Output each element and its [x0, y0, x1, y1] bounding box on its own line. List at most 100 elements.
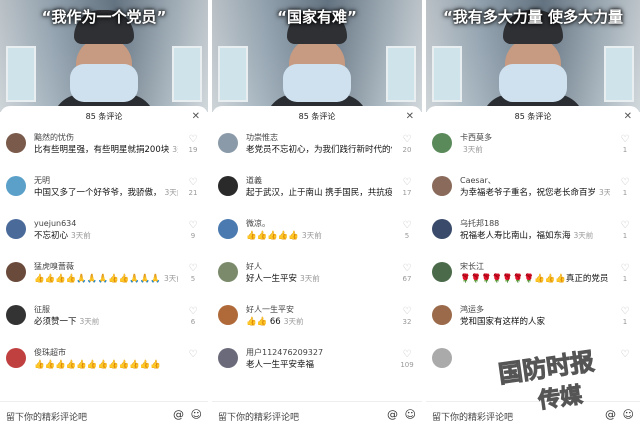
comment-author[interactable]: 猛虎嗅蔷薇	[34, 259, 178, 273]
emoji-icon[interactable]: ☺	[405, 408, 416, 421]
like-button[interactable]: ♡	[186, 349, 200, 360]
like-button[interactable]: ♡ 1	[618, 134, 632, 155]
avatar[interactable]	[432, 262, 452, 282]
avatar[interactable]	[432, 219, 452, 239]
comment-item[interactable]: Caesar、为幸福老爷子重名，祝您老长命百岁3天前 ♡1	[426, 173, 640, 216]
avatar[interactable]	[218, 176, 238, 196]
avatar[interactable]	[6, 262, 26, 282]
avatar[interactable]	[432, 176, 452, 196]
heart-icon[interactable]: ♡	[400, 177, 414, 188]
heart-icon[interactable]: ♡	[618, 349, 632, 360]
comment-item[interactable]: 乌托邦188 祝福老人寿比南山，福如东海 3天前 ♡ 1	[426, 216, 640, 259]
emoji-icon[interactable]: ☺	[623, 408, 634, 421]
avatar[interactable]	[218, 305, 238, 325]
like-button[interactable]: ♡ 1	[618, 177, 632, 198]
comment-author[interactable]: 俊珠超市	[34, 345, 178, 359]
avatar[interactable]	[432, 348, 452, 368]
avatar[interactable]	[6, 348, 26, 368]
like-button[interactable]: ♡ 5	[400, 220, 414, 241]
emoji-icon[interactable]: ☺	[191, 408, 202, 421]
avatar[interactable]	[218, 219, 238, 239]
comment-author[interactable]: 鸿运多	[460, 302, 610, 316]
comment-author[interactable]: 无明	[34, 173, 178, 187]
comment-item[interactable]: 道義 起于武汉，止于南山 携手国民，共抗疫情 ♡ 17	[212, 173, 422, 216]
avatar[interactable]	[432, 133, 452, 153]
comment-item[interactable]: 微凉。 👍👍👍👍👍 3天前 ♡ 5	[212, 216, 422, 259]
heart-icon[interactable]: ♡	[618, 177, 632, 188]
comment-author[interactable]: 乌托邦188	[460, 216, 610, 230]
comment-input[interactable]: 留下你的精彩评论吧	[432, 410, 513, 423]
close-icon[interactable]: ✕	[624, 111, 632, 122]
comment-author[interactable]: 用户112476209327	[246, 345, 392, 359]
like-button[interactable]: ♡ 109	[400, 349, 414, 370]
heart-icon[interactable]: ♡	[618, 220, 632, 231]
like-button[interactable]: ♡ 1	[618, 220, 632, 241]
comment-item[interactable]: 鸿运多 党和国家有这样的人家 ♡ 1	[426, 302, 640, 345]
comment-author[interactable]: 好人一生平安	[246, 302, 392, 316]
avatar[interactable]	[6, 176, 26, 196]
comment-author[interactable]: 黯然的忧伤	[34, 130, 178, 144]
heart-icon[interactable]: ♡	[400, 263, 414, 274]
comment-item[interactable]: 用户112476209327 老人一生平安幸福 ♡ 109	[212, 345, 422, 388]
comment-input-bar[interactable]: 留下你的精彩评论吧 @ ☺	[0, 401, 208, 429]
close-icon[interactable]: ✕	[406, 111, 414, 122]
heart-icon[interactable]: ♡	[400, 220, 414, 231]
comment-author[interactable]: 征服	[34, 302, 178, 316]
heart-icon[interactable]: ♡	[186, 349, 200, 360]
heart-icon[interactable]: ♡	[618, 134, 632, 145]
video-frame[interactable]: “我作为一个党员”	[0, 0, 208, 124]
heart-icon[interactable]: ♡	[400, 134, 414, 145]
video-frame[interactable]: “国家有难”	[212, 0, 422, 124]
avatar[interactable]	[6, 133, 26, 153]
comment-item[interactable]: 宋长江🌹🌹🌹🌹🌹🌹🌹👍👍👍真正的党员3天前 ♡1	[426, 259, 640, 302]
heart-icon[interactable]: ♡	[186, 263, 200, 274]
close-icon[interactable]: ✕	[192, 111, 200, 122]
comment-item[interactable]: ♡	[426, 345, 640, 388]
at-icon[interactable]: @	[605, 408, 616, 421]
like-button[interactable]: ♡ 20	[400, 134, 414, 155]
comment-list[interactable]: 黯然的忧伤比有些明星强，有些明星就捐200块3天前♡19无明中国又多了一个好爷爷…	[0, 130, 208, 401]
comment-item[interactable]: 俊珠超市 👍👍👍👍👍👍👍👍👍👍👍👍 ♡	[0, 345, 208, 388]
comment-item[interactable]: 无明中国又多了一个好爷爷，我骄傲，3天前 ♡21	[0, 173, 208, 216]
comment-author[interactable]: 功崇惟志	[246, 130, 392, 144]
avatar[interactable]	[432, 305, 452, 325]
comment-input-bar[interactable]: 留下你的精彩评论吧 @ ☺	[426, 401, 640, 429]
like-button[interactable]: ♡ 32	[400, 306, 414, 327]
comment-input[interactable]: 留下你的精彩评论吧	[218, 410, 299, 423]
like-button[interactable]: ♡ 5	[186, 263, 200, 284]
like-button[interactable]: ♡ 17	[400, 177, 414, 198]
comment-item[interactable]: 猛虎嗅蔷薇👍👍👍👍🙏🙏🙏👍👍🙏🙏🙏3天前 ♡5	[0, 259, 208, 302]
like-button[interactable]: ♡ 21	[186, 177, 200, 198]
like-button[interactable]: ♡ 9	[186, 220, 200, 241]
heart-icon[interactable]: ♡	[186, 306, 200, 317]
at-icon[interactable]: @	[173, 408, 184, 421]
avatar[interactable]	[218, 348, 238, 368]
like-button[interactable]: ♡	[618, 349, 632, 360]
like-button[interactable]: ♡ 19	[186, 134, 200, 155]
comment-author[interactable]: 微凉。	[246, 216, 392, 230]
comment-author[interactable]: 道義	[246, 173, 392, 187]
comment-author[interactable]: Caesar、	[460, 173, 610, 187]
at-icon[interactable]: @	[387, 408, 398, 421]
comment-author[interactable]: 卡西莫多	[460, 130, 610, 144]
comment-item[interactable]: 卡西莫多 3天前 ♡ 1	[426, 130, 640, 173]
avatar[interactable]	[218, 133, 238, 153]
avatar[interactable]	[218, 262, 238, 282]
video-frame[interactable]: “我有多大力量 使多大力量	[426, 0, 640, 124]
heart-icon[interactable]: ♡	[618, 263, 632, 274]
heart-icon[interactable]: ♡	[400, 349, 414, 360]
heart-icon[interactable]: ♡	[400, 306, 414, 317]
comment-item[interactable]: 好人 好人一生平安 3天前 ♡ 67	[212, 259, 422, 302]
comment-list[interactable]: 功崇惟志老党员不忘初心，为我们践行新时代的使命树立模范！3天前♡20道義起于武汉…	[212, 130, 422, 401]
comment-input-bar[interactable]: 留下你的精彩评论吧 @ ☺	[212, 401, 422, 429]
comment-list[interactable]: 卡西莫多3天前♡1Caesar、为幸福老爷子重名，祝您老长命百岁3天前♡1乌托邦…	[426, 130, 640, 401]
like-button[interactable]: ♡ 1	[618, 263, 632, 284]
comment-item[interactable]: 征服 必须赞一下 3天前 ♡ 6	[0, 302, 208, 345]
avatar[interactable]	[6, 305, 26, 325]
comment-input[interactable]: 留下你的精彩评论吧	[6, 410, 87, 423]
heart-icon[interactable]: ♡	[186, 177, 200, 188]
comment-item[interactable]: 功崇惟志老党员不忘初心，为我们践行新时代的使命树立模范！3天前 ♡20	[212, 130, 422, 173]
comment-item[interactable]: 好人一生平安 👍👍 66 3天前 ♡ 32	[212, 302, 422, 345]
comment-author[interactable]: 宋长江	[460, 259, 610, 273]
comment-author[interactable]: 好人	[246, 259, 392, 273]
